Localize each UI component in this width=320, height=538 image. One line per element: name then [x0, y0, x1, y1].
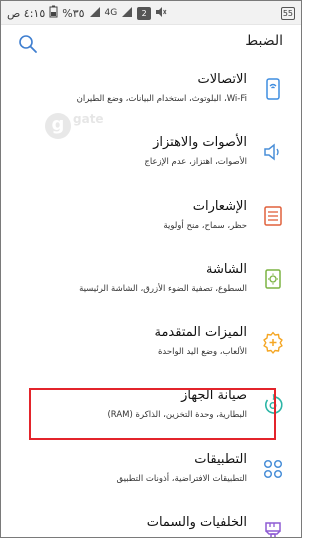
gear-plus-icon — [261, 330, 285, 354]
settings-item-title: الشاشة — [206, 262, 247, 277]
signal-icon — [89, 6, 101, 21]
settings-item-text: الخلفيات والسماتالخلفيات، السمات، الرموز — [11, 514, 247, 537]
settings-item-display[interactable]: الشاشة السطوع، تصفية الضوء الأزرق، الشاشة… — [1, 253, 301, 305]
notifications-icon — [261, 204, 285, 228]
search-icon[interactable] — [17, 33, 39, 55]
battery-percent: %٣٥ — [62, 6, 85, 20]
sim-icon: 2 — [137, 6, 152, 20]
settings-item-wallpapers[interactable]: الخلفيات والسماتالخلفيات، السمات، الرموز — [1, 506, 301, 537]
settings-item-subtitle: الألعاب، وضع اليد الواحدة — [157, 347, 247, 357]
settings-item-text: الميزات المتقدمة الألعاب، وضع اليد الواحد… — [11, 324, 247, 359]
status-bar: ٤:١٥ ص %٣٥ 4G 2 55 — [1, 1, 301, 25]
notification-badge: 55 — [280, 6, 295, 20]
connections-icon — [261, 77, 285, 101]
settings-item-subtitle: Wi-Fi، البلوتوث، استخدام البيانات، وضع ا… — [76, 94, 247, 104]
settings-item-title: الاتصالات — [197, 72, 247, 87]
settings-item-text: الاتصالات Wi-Fi، البلوتوث، استخدام البيان… — [11, 71, 247, 106]
settings-item-text: التطبيقات التطبيقات الافتراضية، أذونات ال… — [11, 451, 247, 486]
page-title: الضبط — [245, 33, 283, 49]
speaker-icon — [261, 140, 285, 164]
settings-item-apps[interactable]: التطبيقات التطبيقات الافتراضية، أذونات ال… — [1, 443, 301, 495]
screen: ٤:١٥ ص %٣٥ 4G 2 55 الضبط g gate الاتصالا… — [0, 0, 302, 538]
status-left: ٤:١٥ ص %٣٥ 4G 2 — [7, 4, 171, 22]
settings-item-title: الخلفيات والسمات — [146, 515, 247, 530]
network-type: 4G — [104, 8, 118, 18]
settings-item-subtitle: التطبيقات الافتراضية، أذونات التطبيق — [116, 474, 247, 484]
settings-item-subtitle: السطوع، تصفية الضوء الأزرق، الشاشة الرئي… — [79, 284, 247, 294]
settings-item-title: الميزات المتقدمة — [154, 325, 247, 340]
battery-icon — [49, 5, 58, 21]
settings-item-subtitle: حظر، سماح، منح أولوية — [163, 221, 247, 231]
settings-item-notifications[interactable]: الإشعارات حظر، سماح، منح أولوية — [1, 190, 301, 242]
settings-item-title: الإشعارات — [192, 199, 247, 214]
signal-icon-2 — [121, 6, 133, 21]
mute-icon — [155, 6, 167, 21]
settings-item-title: التطبيقات — [194, 452, 247, 467]
app-header: الضبط — [1, 25, 301, 63]
settings-item-subtitle: الأصوات، اهتزاز، عدم الإزعاج — [144, 157, 247, 167]
highlight-box — [29, 388, 276, 440]
settings-item-text: الإشعارات حظر، سماح، منح أولوية — [11, 198, 247, 233]
clock: ٤:١٥ ص — [7, 6, 46, 20]
settings-item-connections[interactable]: الاتصالات Wi-Fi، البلوتوث، استخدام البيان… — [1, 63, 301, 115]
settings-item-sounds[interactable]: الأصوات والاهتزاز الأصوات، اهتزاز، عدم ال… — [1, 126, 301, 178]
apps-grid-icon — [261, 457, 285, 481]
settings-item-text: الأصوات والاهتزاز الأصوات، اهتزاز، عدم ال… — [11, 134, 247, 169]
brush-icon — [261, 520, 285, 537]
settings-item-title: الأصوات والاهتزاز — [153, 135, 247, 150]
settings-item-text: الشاشة السطوع، تصفية الضوء الأزرق، الشاشة… — [11, 261, 247, 296]
status-right: 55 — [280, 4, 295, 22]
settings-item-advanced[interactable]: الميزات المتقدمة الألعاب، وضع اليد الواحد… — [1, 316, 301, 368]
display-icon — [261, 267, 285, 291]
